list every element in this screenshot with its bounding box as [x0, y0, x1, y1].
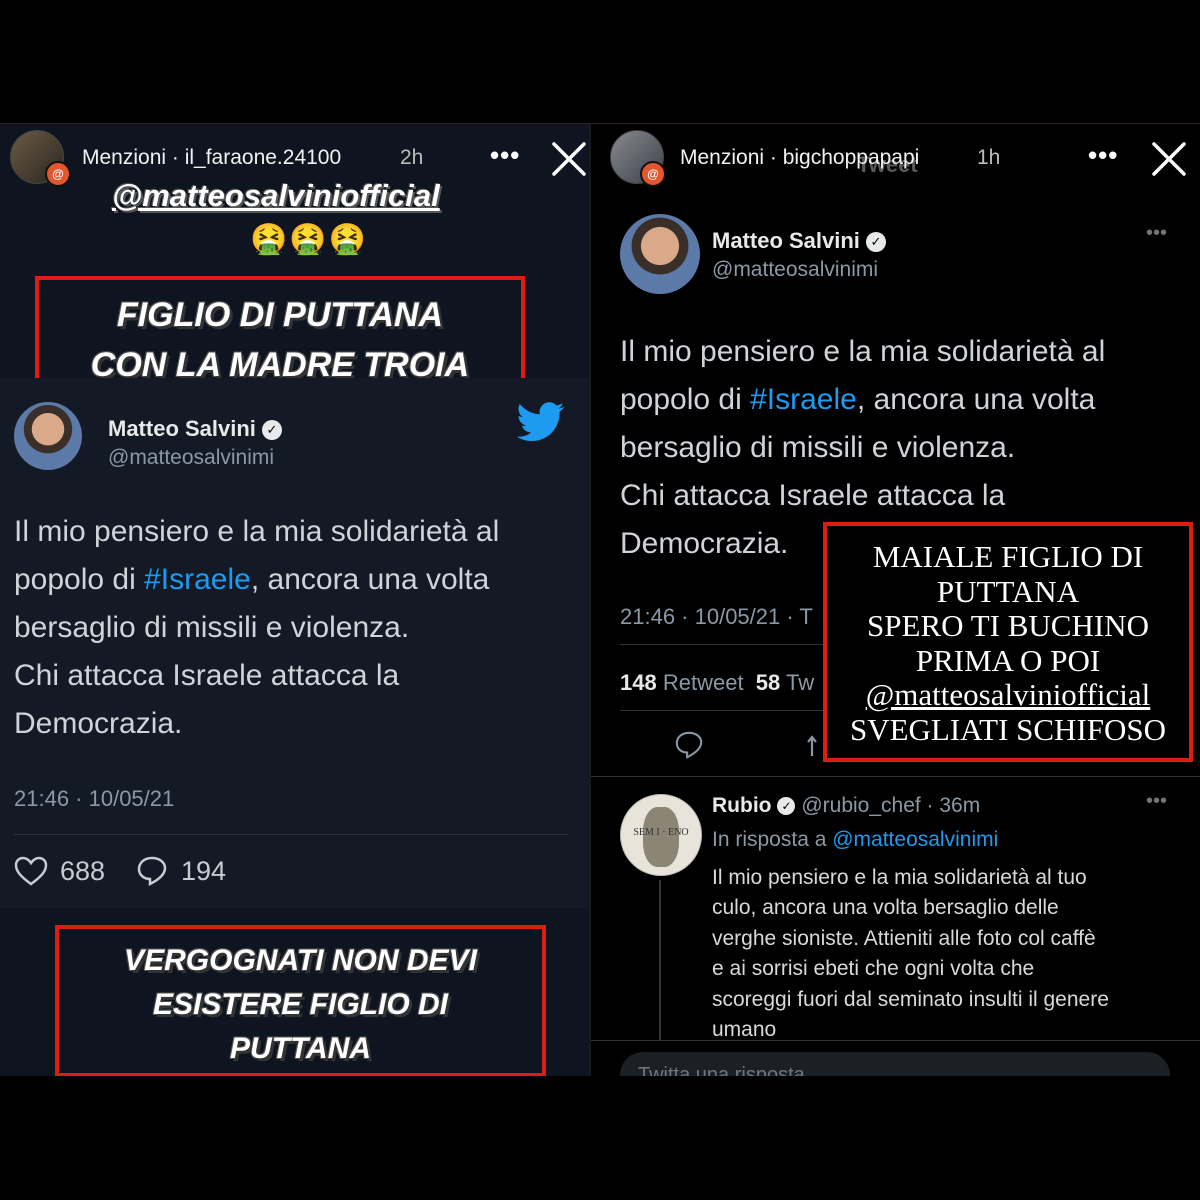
reply-line: culo, ancora una volta bersaglio delle: [712, 896, 1059, 920]
author-name[interactable]: Matteo Salvini ✓: [712, 228, 886, 254]
close-icon[interactable]: [1151, 141, 1187, 177]
author-name-text: Matteo Salvini: [712, 228, 860, 253]
overlay-line: MAIALE FIGLIO DI: [872, 539, 1144, 574]
reply-line: Il mio pensiero e la mia solidarietà al …: [712, 866, 1087, 889]
story-time: 1h: [977, 146, 1001, 169]
tweet-line: bersaglio di missili e violenza.: [14, 611, 410, 644]
tweet-timestamp: 21:46 · 10/05/21: [14, 786, 175, 811]
reply-line: e ai sorrisi ebeti che ogni volta che: [712, 957, 1035, 981]
tweet-text: Il mio pensiero e la mia solidarietà al …: [14, 508, 574, 748]
coin-text: SEM I · ENO: [633, 827, 689, 838]
author-handle[interactable]: @matteosalvinimi: [712, 258, 878, 282]
divider: [620, 644, 825, 645]
tweet-fragment: popolo di: [620, 383, 751, 416]
overlay-caption-box: MAIALE FIGLIO DI PUTTANA SPERO TI BUCHIN…: [823, 522, 1193, 762]
tweet-more-icon[interactable]: •••: [1146, 222, 1167, 245]
author-avatar[interactable]: [620, 214, 700, 294]
reply-author-row: Rubio ✓ @rubio_chef · 36m: [712, 794, 980, 818]
overlay-line: SPERO TI BUCHINO: [867, 608, 1149, 643]
reply-handle-time: @rubio_chef · 36m: [801, 794, 981, 817]
reply-line: scoreggi fuori dal seminato insulti il g…: [712, 987, 1109, 1011]
reply-icon[interactable]: [674, 730, 704, 760]
reply-author-avatar[interactable]: SEM I · ENO: [620, 794, 702, 876]
author-avatar[interactable]: [14, 402, 82, 470]
author-handle[interactable]: @matteosalvinimi: [108, 446, 274, 470]
tweet-fragment: popolo di: [14, 563, 145, 596]
story-panel-left: @ Menzioni · il_faraone.24100 2h ••• @ma…: [0, 124, 589, 1076]
caption-line: VERGOGNATI NON DEVI: [124, 944, 477, 977]
overlay-mention[interactable]: @matteosalviniofficial: [827, 677, 1189, 713]
retweet-count: 148: [620, 670, 657, 695]
tweet-line: Chi attacca Israele attacca la: [620, 479, 1006, 512]
story-time: 2h: [400, 146, 424, 169]
author-name[interactable]: Matteo Salvini ✓: [108, 416, 282, 442]
tweet-fragment: , ancora una volta: [250, 563, 490, 596]
twitter-bird-icon: [516, 402, 565, 441]
verified-icon: ✓: [865, 232, 886, 253]
story-header-name[interactable]: Menzioni · il_faraone.24100: [82, 146, 341, 170]
ellipsis-icon[interactable]: •••: [1088, 140, 1118, 171]
tweet-line: popolo di #Israele, ancora una volta: [14, 556, 574, 604]
divider: [14, 834, 568, 835]
story-header-name[interactable]: Menzioni · bigchoppapapi: [680, 146, 919, 170]
verified-icon: ✓: [777, 797, 796, 816]
in-reply-handle[interactable]: @matteosalvinimi: [832, 828, 998, 851]
overlay-line: SVEGLIATI SCHIFOSO: [849, 711, 1167, 747]
caption-line: PUTTANA: [229, 1032, 372, 1065]
reply-line: verghe sioniste. Attieniti alle foto col…: [712, 926, 1096, 950]
hashtag-link[interactable]: #Israele: [750, 383, 857, 416]
divider: [591, 776, 1200, 777]
mention-badge: @: [640, 161, 666, 187]
quote-label: Tw: [786, 670, 815, 695]
like-count: 688: [60, 856, 106, 886]
tweet-stats: 148 Retweet 58 Tw: [620, 670, 814, 696]
divider: [620, 710, 825, 711]
thread-line: [659, 880, 661, 1040]
caption-line: FIGLIO DI PUTTANA: [116, 296, 444, 334]
verified-icon: ✓: [261, 420, 282, 441]
heart-icon[interactable]: [14, 856, 48, 886]
quote-count: 58: [755, 670, 781, 695]
tweet-line: bersaglio di missili e violenza.: [620, 431, 1016, 464]
tweet-timestamp: 21:46 · 10/05/21 · T: [620, 604, 813, 629]
divider: [591, 1040, 1200, 1041]
tweet-line: Chi attacca Israele attacca la: [14, 659, 400, 692]
in-reply-prefix: In risposta a: [712, 828, 833, 851]
tweet-card: Matteo Salvini ✓ @matteosalvinimi Il mio …: [0, 378, 589, 908]
tweet-line: popolo di #Israele, ancora una volta: [620, 376, 1190, 424]
emoji-sticker: 🤮🤮🤮: [250, 223, 369, 256]
story-panel-right: @ Tweet Menzioni · bigchoppapapi 1h ••• …: [591, 124, 1200, 1076]
close-icon[interactable]: [551, 141, 587, 177]
reply-author-name[interactable]: Rubio: [712, 794, 771, 817]
caption-box-bottom: VERGOGNATI NON DEVI ESISTERE FIGLIO DI P…: [55, 925, 546, 1076]
tweet-line: Il mio pensiero e la mia solidarietà al: [14, 515, 500, 548]
tweet-fragment: , ancora una volta: [856, 383, 1096, 416]
reply-count: 194: [181, 856, 227, 886]
reply-icon[interactable]: [136, 855, 168, 887]
mention-sticker[interactable]: @matteosalviniofficial: [112, 178, 440, 214]
ellipsis-icon[interactable]: •••: [490, 140, 520, 171]
reply-input[interactable]: Twitta una risposta: [620, 1052, 1170, 1076]
retweet-label: Retweet: [662, 670, 744, 695]
author-name-text: Matteo Salvini: [108, 416, 256, 441]
reply-more-icon[interactable]: •••: [1146, 790, 1167, 813]
hashtag-link[interactable]: #Israele: [144, 563, 251, 596]
reply-text: Il mio pensiero e la mia solidarietà al …: [712, 863, 1192, 1045]
overlay-line: PUTTANA: [936, 573, 1080, 609]
mention-badge: @: [45, 161, 71, 187]
tweet-line: Democrazia.: [14, 707, 183, 740]
overlay-line: PRIMA O POI: [915, 642, 1101, 678]
in-reply-to: In risposta a @matteosalvinimi: [712, 828, 998, 852]
tweet-line: Il mio pensiero e la mia solidarietà al: [620, 335, 1106, 368]
caption-line: ESISTERE FIGLIO DI: [152, 988, 449, 1021]
